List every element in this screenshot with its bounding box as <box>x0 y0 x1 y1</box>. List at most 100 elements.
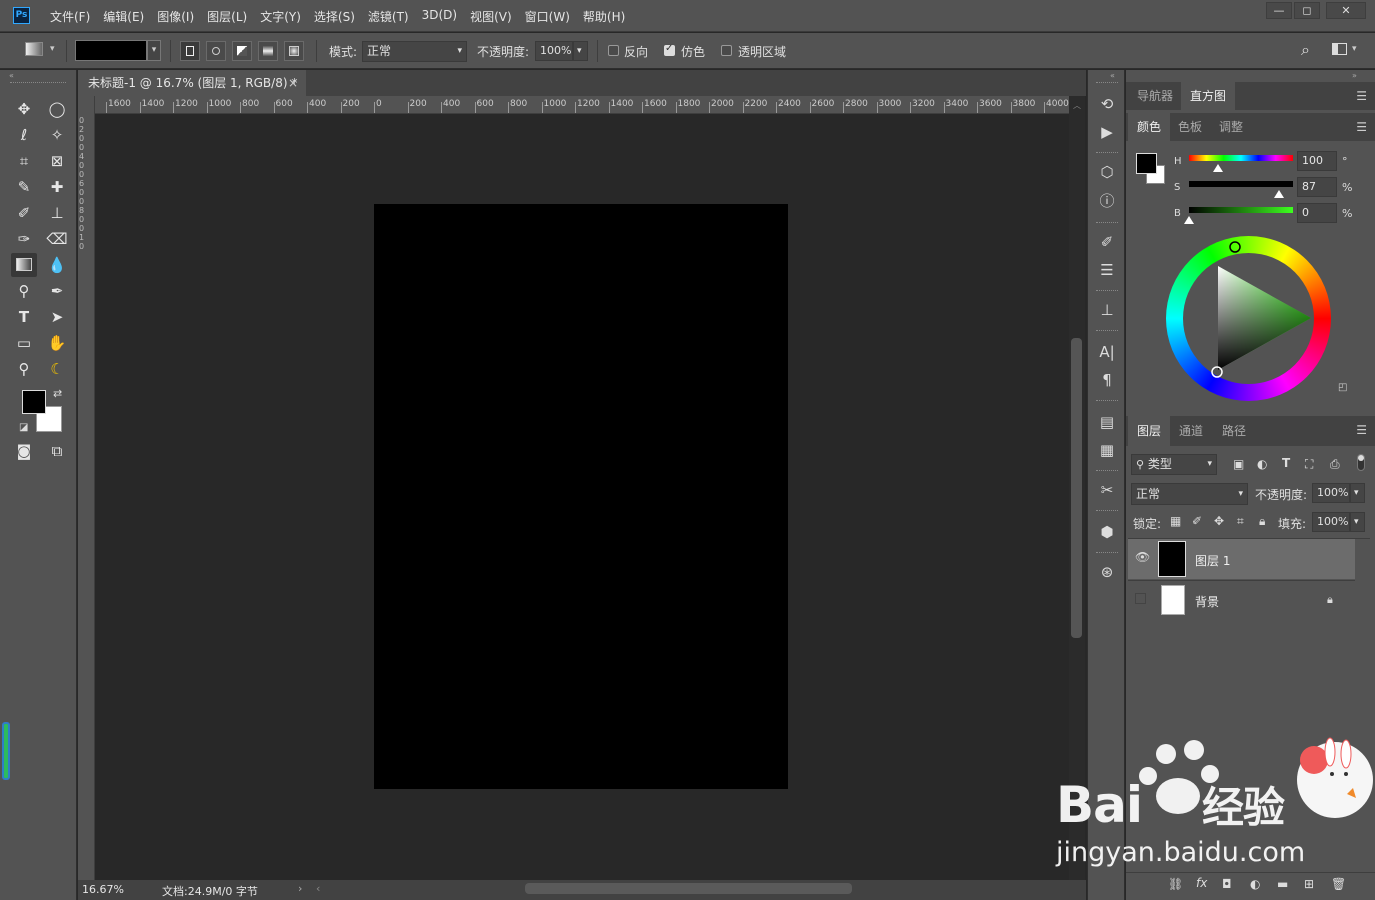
saturation-value[interactable]: 87 <box>1297 177 1337 197</box>
eyedropper-icon[interactable]: ✎ <box>11 175 37 199</box>
menu-view[interactable]: 视图(V) <box>470 8 512 25</box>
menu-layer[interactable]: 图层(L) <box>207 8 247 25</box>
layer-row[interactable]: 👁︎ 图层 1 <box>1128 539 1355 579</box>
opacity-dropdown[interactable]: ▾ <box>573 41 588 61</box>
3d-icon[interactable]: ⬡ <box>1094 160 1120 184</box>
panel-menu-icon[interactable]: ☰ <box>1356 423 1367 437</box>
history-icon[interactable]: ⟲ <box>1094 92 1120 116</box>
fx-icon[interactable]: fx <box>1196 876 1207 890</box>
lock-artboard-icon[interactable]: ⌗ <box>1237 514 1244 529</box>
chevron-down-icon[interactable]: ▾ <box>1352 44 1357 54</box>
gamut-warning-icon[interactable]: ◰ <box>1338 382 1347 393</box>
transparency-checkbox[interactable] <box>721 45 732 56</box>
type-tool-icon[interactable]: T <box>11 305 37 329</box>
gradient-picker[interactable] <box>75 40 147 61</box>
menu-help[interactable]: 帮助(H) <box>583 8 625 25</box>
document-canvas[interactable] <box>374 204 788 789</box>
saturation-slider-thumb[interactable] <box>1274 190 1285 198</box>
move-tool-icon[interactable]: ✥ <box>11 97 37 121</box>
shape-filter-icon[interactable]: ⛶ <box>1305 457 1313 472</box>
crop-tool-icon[interactable]: ⌗ <box>11 149 37 173</box>
dither-checkbox[interactable] <box>664 43 675 56</box>
lock-pixels-icon[interactable]: ✐ <box>1192 514 1202 528</box>
gradient-dropdown-button[interactable]: ▾ <box>147 40 161 61</box>
lock-transparent-icon[interactable]: ▦ <box>1170 514 1181 528</box>
reflected-gradient-button[interactable] <box>258 41 278 61</box>
layer-row[interactable]: 背景 🔒︎ <box>1128 580 1355 620</box>
frame-tool-icon[interactable]: ⊠ <box>44 149 70 173</box>
layer-name[interactable]: 背景 <box>1195 593 1219 610</box>
minimize-button[interactable]: — <box>1266 2 1292 19</box>
close-window-button[interactable]: ✕ <box>1326 2 1366 19</box>
fill-input[interactable]: 100% <box>1312 512 1350 532</box>
adjust-sliders-icon[interactable]: ☰ <box>1094 258 1120 282</box>
notes-icon[interactable]: ▦ <box>1094 438 1120 462</box>
opacity-input[interactable]: 100% <box>535 41 573 61</box>
vertical-scroll-thumb[interactable] <box>1071 338 1082 638</box>
document-tab[interactable]: 未标题-1 @ 16.7% (图层 1, RGB/8) * × <box>78 70 306 96</box>
menu-type[interactable]: 文字(Y) <box>260 8 301 25</box>
linear-gradient-button[interactable] <box>180 41 200 61</box>
gradient-tool-icon[interactable] <box>11 253 37 277</box>
diamond-gradient-button[interactable] <box>284 41 304 61</box>
layer-opacity-dropdown[interactable]: ▾ <box>1350 483 1365 503</box>
zoom-tool-icon[interactable]: ⚲ <box>11 357 37 381</box>
pen-tool-icon[interactable]: ✒ <box>44 279 70 303</box>
collapse-icon[interactable]: « <box>9 71 14 80</box>
eraser-tool-icon[interactable]: ⌫ <box>44 227 70 251</box>
filter-toggle[interactable] <box>1357 454 1365 471</box>
horizontal-scroll-thumb[interactable] <box>525 883 852 894</box>
actions-play-icon[interactable]: ▶ <box>1094 120 1120 144</box>
smart-object-filter-icon[interactable]: ⎙ <box>1330 457 1340 472</box>
path-select-icon[interactable]: ➤ <box>44 305 70 329</box>
brush-tool-icon[interactable]: ✐ <box>11 201 37 225</box>
default-colors-icon[interactable]: ◪ <box>19 422 28 433</box>
workspace-icon[interactable] <box>1332 43 1347 55</box>
new-group-icon[interactable]: ▬ <box>1277 877 1288 891</box>
tab-histogram[interactable]: 直方图 <box>1181 82 1236 110</box>
hue-slider-thumb[interactable] <box>1213 164 1224 172</box>
swap-colors-icon[interactable]: ⇄ <box>53 387 62 400</box>
close-icon[interactable]: × <box>288 70 298 96</box>
brightness-slider[interactable] <box>1189 207 1293 213</box>
tab-navigator[interactable]: 导航器 <box>1128 82 1182 110</box>
saturation-slider[interactable] <box>1189 181 1293 187</box>
clone-source-icon[interactable]: ⊥ <box>1094 298 1120 322</box>
layer-name[interactable]: 图层 1 <box>1195 552 1230 569</box>
scroll-up-icon[interactable]: ︿ <box>1073 100 1081 111</box>
brush-settings-icon[interactable]: ✐ <box>1094 230 1120 254</box>
lock-all-icon[interactable]: 🔒︎ <box>1259 514 1265 529</box>
layer-filter-select[interactable]: ⚲ 类型 ▾ <box>1131 454 1217 475</box>
character-icon[interactable]: A| <box>1094 340 1120 364</box>
menu-window[interactable]: 窗口(W) <box>525 8 570 25</box>
trash-icon[interactable]: 🗑︎ <box>1331 877 1346 891</box>
foreground-color-swatch[interactable] <box>22 390 46 414</box>
paragraph-icon[interactable]: ¶ <box>1094 368 1120 392</box>
marquee-tool-icon[interactable]: ◯ <box>44 97 70 121</box>
brightness-slider-thumb[interactable] <box>1184 216 1194 224</box>
libraries-icon[interactable]: ⊛ <box>1094 560 1120 584</box>
dodge-tool-icon[interactable]: ⚲ <box>11 279 37 303</box>
hand-tool-icon[interactable]: ✋ <box>44 331 70 355</box>
layer-opacity-input[interactable]: 100% <box>1312 483 1350 503</box>
adjustment-filter-icon[interactable]: ◐ <box>1257 457 1267 471</box>
brightness-value[interactable]: 0 <box>1297 203 1337 223</box>
zoom-level[interactable]: 16.67% <box>82 883 124 896</box>
lasso-tool-icon[interactable]: ℓ <box>11 123 37 147</box>
collapse-icon[interactable]: « <box>1110 71 1115 80</box>
gradient-tool-preset-icon[interactable] <box>25 42 43 56</box>
magic-wand-icon[interactable]: ✧ <box>44 123 70 147</box>
history-brush-icon[interactable]: ✑ <box>11 227 37 251</box>
radial-gradient-button[interactable] <box>206 41 226 61</box>
info-icon[interactable]: ⓘ <box>1094 189 1120 213</box>
tab-color[interactable]: 颜色 <box>1128 113 1171 141</box>
scroll-left-icon[interactable]: ‹ <box>316 882 320 895</box>
maximize-button[interactable]: ◻ <box>1294 2 1320 19</box>
screen-mode-icon[interactable]: ⧉ <box>44 439 70 463</box>
new-layer-icon[interactable]: ⊞ <box>1304 877 1314 891</box>
menu-image[interactable]: 图像(I) <box>157 8 194 25</box>
tab-swatches[interactable]: 色板 <box>1169 113 1211 141</box>
panel-menu-icon[interactable]: ☰ <box>1356 89 1367 103</box>
quick-mask-icon[interactable]: ◙ <box>11 439 37 463</box>
blend-mode-select[interactable]: 正常 ▾ <box>1131 483 1248 505</box>
